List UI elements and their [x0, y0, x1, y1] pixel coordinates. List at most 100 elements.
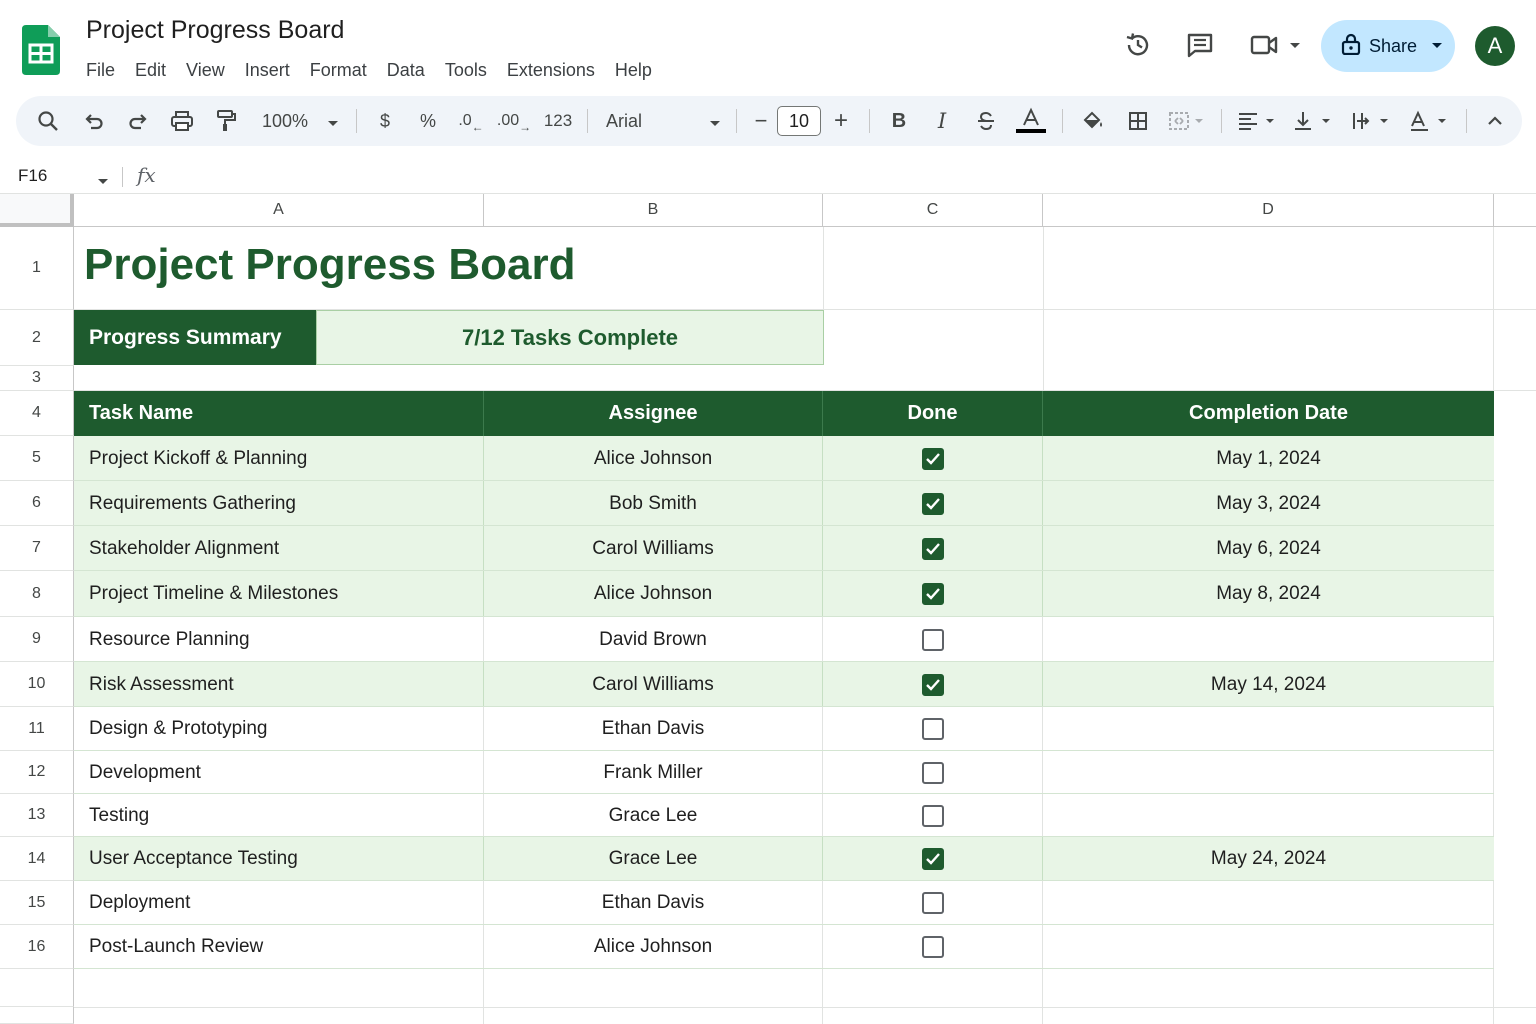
row-header[interactable]: 16 — [0, 925, 74, 969]
done-cell[interactable] — [823, 617, 1043, 662]
menu-format[interactable]: Format — [300, 58, 377, 83]
sheet-title[interactable]: Project Progress Board — [84, 240, 576, 290]
completion-date-cell[interactable] — [1043, 707, 1494, 751]
select-all-corner[interactable] — [0, 194, 74, 227]
completion-date-cell[interactable]: May 8, 2024 — [1043, 571, 1494, 617]
task-name-cell[interactable]: Design & Prototyping — [74, 707, 484, 751]
menu-file[interactable]: File — [76, 58, 125, 83]
task-name-cell[interactable]: Deployment — [74, 881, 484, 925]
assignee-cell[interactable]: Ethan Davis — [484, 881, 823, 925]
menu-view[interactable]: View — [176, 58, 235, 83]
progress-summary-value[interactable]: 7/12 Tasks Complete — [316, 310, 824, 365]
completion-date-cell[interactable]: May 1, 2024 — [1043, 436, 1494, 481]
menu-extensions[interactable]: Extensions — [497, 58, 605, 83]
redo-icon[interactable] — [116, 103, 160, 139]
column-header-e[interactable] — [1494, 194, 1536, 227]
row-header[interactable]: 7 — [0, 526, 74, 571]
row-header[interactable]: 2 — [0, 310, 74, 366]
menu-insert[interactable]: Insert — [235, 58, 300, 83]
checkbox-unchecked[interactable] — [921, 718, 944, 740]
assignee-cell[interactable]: Grace Lee — [484, 794, 823, 837]
document-title[interactable]: Project Progress Board — [86, 16, 344, 45]
done-cell[interactable] — [823, 481, 1043, 526]
menu-tools[interactable]: Tools — [435, 58, 497, 83]
task-name-cell[interactable]: Resource Planning — [74, 617, 484, 662]
header-completion-date[interactable]: Completion Date — [1043, 391, 1494, 436]
completion-date-cell[interactable] — [1043, 881, 1494, 925]
column-header-d[interactable]: D — [1043, 194, 1494, 227]
task-name-cell[interactable]: Project Timeline & Milestones — [74, 571, 484, 617]
progress-summary-label[interactable]: Progress Summary — [74, 310, 316, 365]
done-cell[interactable] — [823, 751, 1043, 794]
done-cell[interactable] — [823, 571, 1043, 617]
paint-format-icon[interactable] — [204, 103, 248, 139]
checkbox-unchecked[interactable] — [921, 804, 944, 827]
checkbox-checked[interactable] — [921, 447, 944, 470]
completion-date-cell[interactable] — [1043, 925, 1494, 969]
completion-date-cell[interactable] — [1043, 617, 1494, 662]
chevron-down-icon[interactable] — [98, 172, 108, 190]
done-cell[interactable] — [823, 881, 1043, 925]
task-name-cell[interactable]: Requirements Gathering — [74, 481, 484, 526]
done-cell[interactable] — [823, 436, 1043, 481]
vertical-align-icon[interactable] — [1284, 103, 1342, 139]
row-header[interactable] — [0, 969, 74, 1007]
task-name-cell[interactable]: Risk Assessment — [74, 662, 484, 707]
task-name-cell[interactable]: User Acceptance Testing — [74, 837, 484, 881]
borders-icon[interactable] — [1115, 103, 1161, 139]
checkbox-checked[interactable] — [921, 537, 944, 560]
row-header[interactable]: 8 — [0, 571, 74, 617]
text-color-icon[interactable] — [1008, 103, 1054, 139]
row-header[interactable]: 15 — [0, 881, 74, 925]
collapse-toolbar-icon[interactable] — [1475, 103, 1515, 139]
done-cell[interactable] — [823, 526, 1043, 571]
checkbox-checked[interactable] — [921, 848, 944, 870]
search-menus-icon[interactable] — [30, 103, 66, 139]
menu-help[interactable]: Help — [605, 58, 662, 83]
assignee-cell[interactable]: Grace Lee — [484, 837, 823, 881]
assignee-cell[interactable]: David Brown — [484, 617, 823, 662]
row-header[interactable]: 11 — [0, 707, 74, 751]
checkbox-unchecked[interactable] — [921, 761, 944, 784]
assignee-cell[interactable]: Ethan Davis — [484, 707, 823, 751]
print-icon[interactable] — [160, 103, 204, 139]
column-header-a[interactable]: A — [74, 194, 484, 227]
assignee-cell[interactable]: Alice Johnson — [484, 436, 823, 481]
header-task-name[interactable]: Task Name — [74, 391, 484, 436]
row-header[interactable]: 13 — [0, 794, 74, 837]
done-cell[interactable] — [823, 707, 1043, 751]
assignee-cell[interactable]: Bob Smith — [484, 481, 823, 526]
task-name-cell[interactable]: Testing — [74, 794, 484, 837]
row-header[interactable]: 4 — [0, 391, 74, 436]
sheets-logo-icon[interactable] — [22, 25, 60, 75]
row-header[interactable]: 12 — [0, 751, 74, 794]
row-header[interactable] — [0, 1007, 74, 1024]
menu-data[interactable]: Data — [377, 58, 435, 83]
checkbox-checked[interactable] — [921, 583, 944, 605]
font-select[interactable]: Arial — [596, 103, 728, 139]
row-header[interactable]: 5 — [0, 436, 74, 481]
fill-color-icon[interactable] — [1071, 103, 1115, 139]
increase-decimal-button[interactable]: .00 → — [491, 103, 537, 139]
completion-date-cell[interactable] — [1043, 794, 1494, 837]
meet-icon[interactable] — [1247, 28, 1307, 62]
assignee-cell[interactable]: Alice Johnson — [484, 571, 823, 617]
strikethrough-icon[interactable] — [964, 103, 1008, 139]
increase-font-size-button[interactable]: + — [821, 103, 861, 139]
italic-button[interactable]: I — [920, 103, 964, 139]
column-header-b[interactable]: B — [484, 194, 823, 227]
formula-input[interactable] — [170, 164, 1510, 190]
task-name-cell[interactable]: Development — [74, 751, 484, 794]
assignee-cell[interactable]: Carol Williams — [484, 662, 823, 707]
checkbox-unchecked[interactable] — [921, 892, 944, 914]
task-name-cell[interactable]: Project Kickoff & Planning — [74, 436, 484, 481]
merge-cells-icon[interactable] — [1161, 103, 1213, 139]
task-name-cell[interactable]: Stakeholder Alignment — [74, 526, 484, 571]
history-icon[interactable] — [1121, 28, 1155, 62]
font-size-input[interactable]: 10 — [777, 106, 821, 136]
name-box[interactable]: F16 — [18, 166, 47, 186]
completion-date-cell[interactable]: May 24, 2024 — [1043, 837, 1494, 881]
completion-date-cell[interactable]: May 14, 2024 — [1043, 662, 1494, 707]
comments-icon[interactable] — [1183, 28, 1217, 62]
bold-button[interactable]: B — [878, 103, 920, 139]
